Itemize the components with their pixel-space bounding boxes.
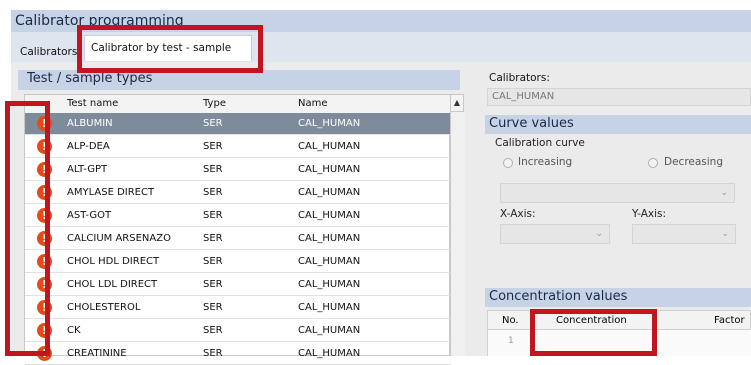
cell-type: SER: [203, 279, 223, 290]
table-header: Test name Type Name: [25, 95, 451, 114]
curve-values-title: Curve values: [489, 116, 574, 131]
col-test-name[interactable]: Test name: [67, 98, 118, 109]
cell-test-name: ALBUMIN: [67, 118, 113, 129]
cell-name: CAL_HUMAN: [298, 279, 361, 290]
calibration-curve-label: Calibration curve: [495, 137, 585, 149]
col-name[interactable]: Name: [298, 98, 328, 109]
cell-type: SER: [203, 302, 223, 313]
cell-type: SER: [203, 187, 223, 198]
curve-type-select[interactable]: ⌄: [500, 183, 735, 203]
cell-test-name: CHOL HDL DIRECT: [67, 256, 160, 267]
cell-test-name: ALP-DEA: [67, 141, 110, 152]
cell-name: CAL_HUMAN: [298, 141, 361, 152]
table-row[interactable]: ! CALCIUM ARSENAZO SER CAL_HUMAN: [25, 228, 451, 250]
cell-type: SER: [203, 141, 223, 152]
cell-test-name: AST-GOT: [67, 210, 112, 221]
calibrators-value: CAL_HUMAN: [492, 91, 555, 102]
cell-test-name: ALT-GPT: [67, 164, 108, 175]
cell-type: SER: [203, 325, 223, 336]
chevron-down-icon: ⌄: [720, 188, 728, 198]
y-axis-select[interactable]: ⌄: [632, 224, 736, 244]
chevron-down-icon: ⌄: [721, 229, 729, 239]
concentration-values-title: Concentration values: [489, 289, 628, 304]
table-row[interactable]: ! ALBUMIN SER CAL_HUMAN: [25, 113, 451, 135]
table-row[interactable]: ! CREATININE SER CAL_HUMAN: [25, 343, 451, 365]
increasing-radio[interactable]: [503, 158, 513, 168]
cell-name: CAL_HUMAN: [298, 325, 361, 336]
cell-test-name: AMYLASE DIRECT: [67, 187, 155, 198]
col-type[interactable]: Type: [203, 98, 226, 109]
highlight-box-tab: [77, 25, 263, 73]
cell-type: SER: [203, 210, 223, 221]
highlight-box-concentration: [530, 309, 657, 356]
cell-test-name: CK: [67, 325, 81, 336]
curve-values-header: Curve values: [485, 115, 751, 134]
cell-type: SER: [203, 233, 223, 244]
top-strip: [0, 0, 751, 10]
cell-name: CAL_HUMAN: [298, 210, 361, 221]
cell-test-name: CREATININE: [67, 348, 127, 359]
table-row[interactable]: ! CHOL HDL DIRECT SER CAL_HUMAN: [25, 251, 451, 273]
cell-name: CAL_HUMAN: [298, 302, 361, 313]
table-row[interactable]: ! ALT-GPT SER CAL_HUMAN: [25, 159, 451, 181]
cell-test-name: CHOL LDL DIRECT: [67, 279, 158, 290]
concentration-values-header: Concentration values: [485, 288, 751, 307]
table-row[interactable]: ! AMYLASE DIRECT SER CAL_HUMAN: [25, 182, 451, 204]
test-sample-types-title: Test / sample types: [27, 71, 153, 86]
cell-name: CAL_HUMAN: [298, 256, 361, 267]
cell-type: SER: [203, 348, 223, 359]
cell-name: CAL_HUMAN: [298, 187, 361, 198]
cell-type: SER: [203, 256, 223, 267]
test-sample-table[interactable]: Test name Type Name ! ALBUMIN SER CAL_HUMAN…: [24, 94, 451, 365]
chevron-down-icon: ⌄: [595, 229, 603, 239]
calibrators-field: CAL_HUMAN: [487, 88, 751, 106]
increasing-label: Increasing: [518, 156, 573, 168]
scroll-up-button[interactable]: ▲: [450, 94, 464, 112]
cell-name: CAL_HUMAN: [298, 233, 361, 244]
table-row[interactable]: ! AST-GOT SER CAL_HUMAN: [25, 205, 451, 227]
highlight-box-status-column: [5, 101, 50, 356]
cell-type: SER: [203, 164, 223, 175]
col-factor: Factor: [714, 315, 745, 326]
calibrators-label: Calibrators:: [489, 72, 550, 84]
cell-type: SER: [203, 118, 223, 129]
cell-test-name: CHOLESTEROL: [67, 302, 141, 313]
col-no: No.: [502, 315, 519, 326]
table-row[interactable]: ! CHOL LDL DIRECT SER CAL_HUMAN: [25, 274, 451, 296]
x-axis-select[interactable]: ⌄: [500, 224, 610, 244]
vertical-scrollbar[interactable]: [450, 112, 465, 356]
x-axis-label: X-Axis:: [500, 208, 536, 220]
test-sample-types-header: Test / sample types: [18, 70, 460, 90]
table-row[interactable]: ! CHOLESTEROL SER CAL_HUMAN: [25, 297, 451, 319]
decreasing-radio[interactable]: [648, 158, 658, 168]
decreasing-label: Decreasing: [664, 156, 724, 168]
cell-name: CAL_HUMAN: [298, 164, 361, 175]
table-row[interactable]: ! CK SER CAL_HUMAN: [25, 320, 451, 342]
cell-name: CAL_HUMAN: [298, 118, 361, 129]
table-row[interactable]: ! ALP-DEA SER CAL_HUMAN: [25, 136, 451, 158]
cell-name: CAL_HUMAN: [298, 348, 361, 359]
y-axis-label: Y-Axis:: [632, 208, 667, 220]
concentration-row-no: 1: [508, 336, 514, 346]
cell-test-name: CALCIUM ARSENAZO: [67, 233, 171, 244]
